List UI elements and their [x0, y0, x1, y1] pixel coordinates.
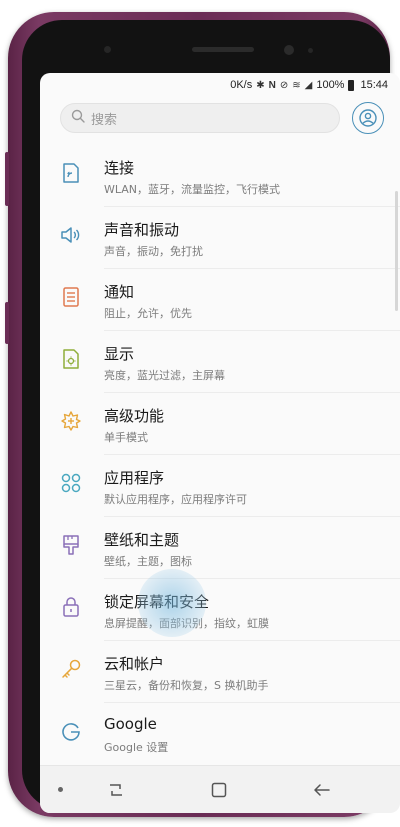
display-icon	[60, 348, 82, 370]
phone-frame: 0K/s ✱ N ⊘ ≋ ◢ 100% 15:44 搜索 连接 WLAN，蓝牙，…	[5, 12, 400, 817]
settings-item-subtitle: 三星云，备份和恢复，S 换机助手	[104, 679, 269, 692]
settings-item-sound[interactable]: 声音和振动 声音，振动，免打扰	[40, 207, 400, 269]
iris-sensor	[308, 48, 313, 53]
bixby-button	[5, 152, 9, 206]
recent-apps-button[interactable]	[106, 781, 126, 799]
advanced-features-icon	[60, 410, 82, 432]
settings-item-subtitle: WLAN，蓝牙，流量监控，飞行模式	[104, 183, 281, 196]
volume-button	[5, 302, 9, 344]
search-row: 搜索	[40, 99, 400, 139]
settings-item-notifications[interactable]: 通知 阻止，允许，优先	[40, 269, 400, 331]
battery-level: 100%	[316, 79, 345, 91]
settings-item-title: Google	[104, 715, 157, 733]
navigation-bar	[40, 765, 400, 813]
search-placeholder: 搜索	[91, 112, 118, 128]
wallpaper-icon	[60, 534, 82, 556]
recent-apps-icon	[110, 784, 122, 796]
network-speed: 0K/s	[230, 79, 253, 91]
settings-item-subtitle: 阻止，允许，优先	[104, 307, 192, 320]
account-icon	[359, 109, 377, 127]
google-icon	[60, 720, 82, 742]
wifi-icon: ≋	[292, 79, 301, 91]
sound-icon	[60, 224, 82, 246]
bluetooth-icon: ✱	[256, 79, 265, 91]
scrollbar[interactable]	[395, 191, 398, 311]
settings-item-subtitle: 默认应用程序，应用程序许可	[104, 493, 247, 506]
signal-icon: ◢	[304, 79, 313, 91]
key-icon	[60, 658, 82, 680]
settings-item-subtitle: 亮度，蓝光过滤，主屏幕	[104, 369, 225, 382]
settings-item-title: 云和帐户	[104, 655, 165, 673]
settings-list: 连接 WLAN，蓝牙，流量监控，飞行模式 声音和振动 声音，振动，免打扰 通知 …	[40, 145, 400, 765]
touch-indicator	[138, 569, 206, 637]
settings-item-title: 高级功能	[104, 407, 165, 425]
keyboard-dot-icon[interactable]	[58, 787, 63, 792]
settings-item-subtitle: Google 设置	[104, 741, 169, 754]
earpiece-speaker	[192, 47, 254, 52]
settings-item-connections[interactable]: 连接 WLAN，蓝牙，流量监控，飞行模式	[40, 145, 400, 207]
settings-item-google[interactable]: Google Google 设置	[40, 703, 400, 765]
settings-item-title: 连接	[104, 159, 135, 177]
mute-icon: ⊘	[279, 79, 289, 91]
back-button[interactable]	[312, 781, 332, 799]
settings-item-subtitle: 壁纸，主题，图标	[104, 555, 192, 568]
home-icon	[211, 782, 227, 798]
battery-icon	[348, 79, 355, 91]
settings-item-display[interactable]: 显示 亮度，蓝光过滤，主屏幕	[40, 331, 400, 393]
connection-icon	[60, 162, 82, 184]
settings-item-subtitle: 声音，振动，免打扰	[104, 245, 203, 258]
settings-item-title: 通知	[104, 283, 135, 301]
settings-item-lock-screen-security[interactable]: 锁定屏幕和安全 息屏提醒，面部识别，指纹，虹膜	[40, 579, 400, 641]
nfc-icon: N	[268, 79, 276, 91]
settings-item-title: 应用程序	[104, 469, 165, 487]
back-arrow-icon	[314, 784, 330, 796]
settings-item-apps[interactable]: 应用程序 默认应用程序，应用程序许可	[40, 455, 400, 517]
settings-item-title: 壁纸和主题	[104, 531, 180, 549]
settings-item-advanced-features[interactable]: 高级功能 单手模式	[40, 393, 400, 455]
settings-item-title: 显示	[104, 345, 135, 363]
phone-bezel: 0K/s ✱ N ⊘ ≋ ◢ 100% 15:44 搜索 连接 WLAN，蓝牙，…	[22, 20, 400, 813]
notification-icon	[60, 286, 82, 308]
lock-icon	[60, 596, 82, 618]
settings-item-title: 声音和振动	[104, 221, 180, 239]
settings-item-subtitle: 单手模式	[104, 431, 148, 444]
status-bar: 0K/s ✱ N ⊘ ≋ ◢ 100% 15:44	[40, 73, 400, 97]
account-button[interactable]	[352, 102, 384, 134]
screen: 0K/s ✱ N ⊘ ≋ ◢ 100% 15:44 搜索 连接 WLAN，蓝牙，…	[40, 73, 400, 813]
search-icon	[71, 109, 85, 127]
proximity-sensor	[104, 46, 111, 53]
search-input[interactable]: 搜索	[60, 103, 340, 133]
settings-item-cloud-accounts[interactable]: 云和帐户 三星云，备份和恢复，S 换机助手	[40, 641, 400, 703]
front-camera	[284, 45, 294, 55]
apps-icon	[60, 472, 82, 494]
settings-item-wallpapers-themes[interactable]: 壁纸和主题 壁纸，主题，图标	[40, 517, 400, 579]
clock: 15:44	[360, 79, 388, 91]
home-button[interactable]	[210, 781, 228, 799]
